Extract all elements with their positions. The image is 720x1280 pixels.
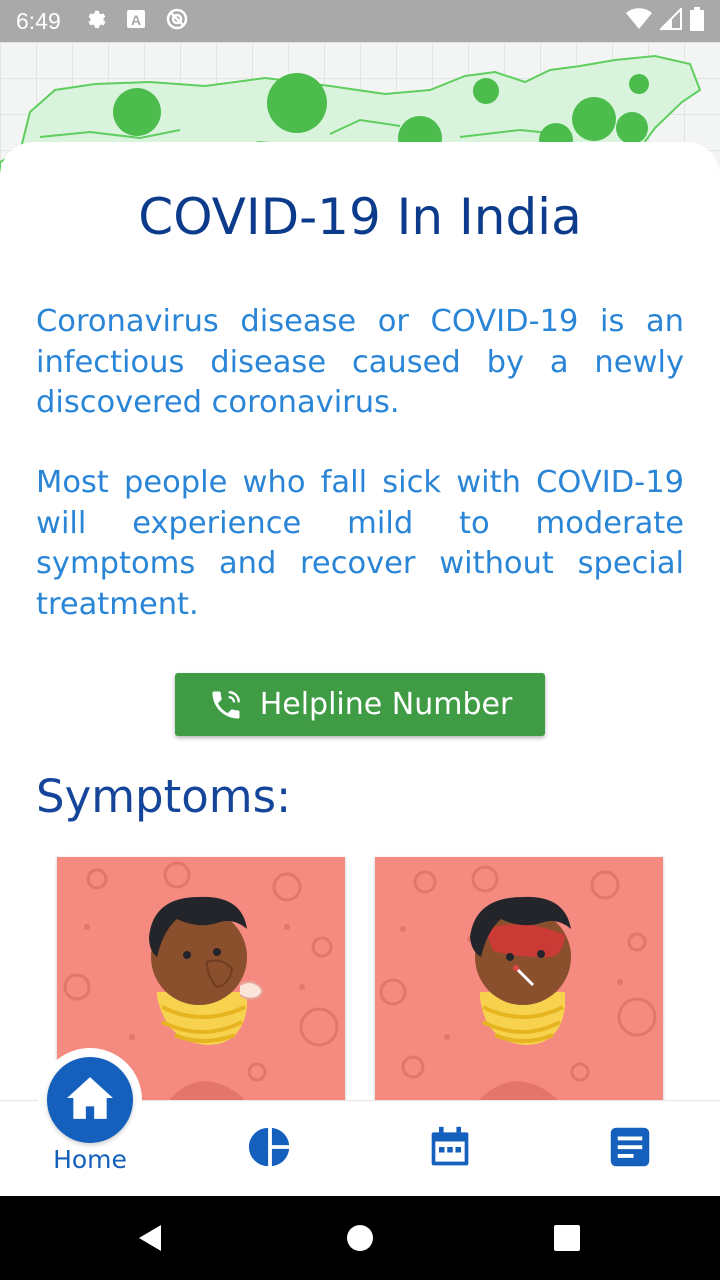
home-circle-icon[interactable] [320, 1196, 400, 1280]
wifi-icon [626, 7, 652, 35]
page-title: COVID-19 In India [138, 188, 582, 246]
nav-news[interactable] [540, 1101, 720, 1197]
nav-home-label[interactable]: Home [0, 1145, 180, 1174]
status-bar: 6:49 A [0, 0, 720, 42]
nav-calendar[interactable] [360, 1101, 540, 1197]
helpline-button[interactable]: Helpline Number [175, 673, 545, 736]
nav-stats[interactable] [180, 1101, 360, 1197]
nav-home[interactable] [47, 1057, 133, 1143]
news-icon [609, 1126, 651, 1172]
a-notification-icon: A [125, 8, 147, 35]
intro-paragraph: Coronavirus disease or COVID-19 is an in… [36, 304, 684, 420]
battery-icon [690, 6, 704, 36]
recents-icon[interactable] [527, 1196, 607, 1280]
symptoms-paragraph: Most people who fall sick with COVID-19 … [36, 465, 684, 622]
status-time: 6:49 [16, 7, 61, 34]
symptoms-title: Symptoms: [36, 770, 292, 823]
svg-text:A: A [131, 12, 141, 28]
phone-icon [208, 687, 244, 723]
content-card: COVID-19 In India Coronavirus disease or… [0, 142, 720, 1102]
symptom-card-fever[interactable] [375, 857, 663, 1102]
helpline-button-label: Helpline Number [259, 687, 513, 722]
settings-icon [83, 7, 107, 36]
android-nav-bar [0, 1196, 720, 1280]
signal-icon [658, 6, 682, 35]
do-not-disturb-icon [165, 7, 189, 36]
pie-chart-icon [247, 1124, 293, 1174]
fever-person-illustration [379, 865, 657, 1102]
back-icon[interactable] [110, 1196, 190, 1280]
calendar-icon [428, 1124, 472, 1174]
home-icon [65, 1075, 115, 1125]
